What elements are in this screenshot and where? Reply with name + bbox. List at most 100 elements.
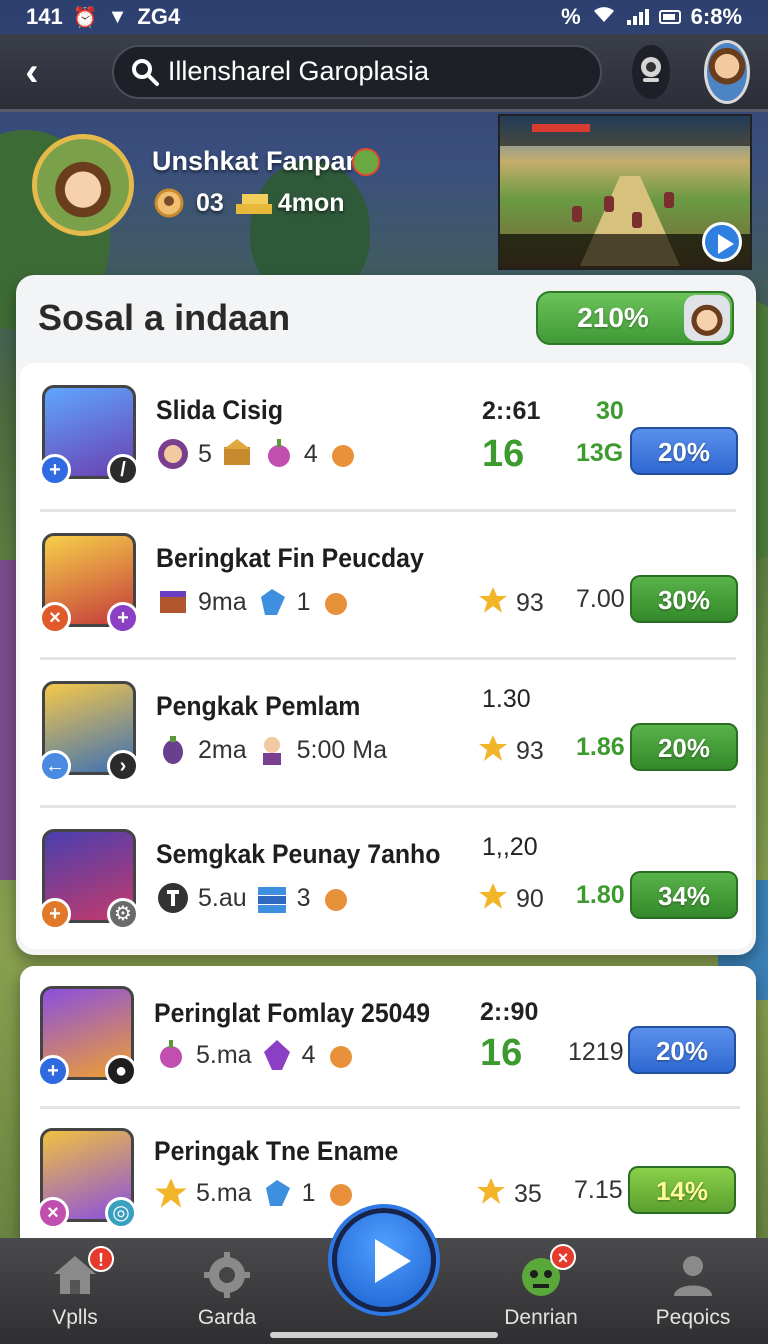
star-count: 35 xyxy=(514,1180,542,1208)
meta-value: 4 xyxy=(303,439,318,468)
user-avatar[interactable] xyxy=(703,39,750,104)
plus-icon[interactable]: + xyxy=(39,454,71,486)
arrow-icon[interactable]: ← xyxy=(39,750,71,782)
row-title: Semgkak Peunay 7anho xyxy=(156,839,441,869)
coin-icon xyxy=(319,585,353,619)
vpn-icon: ▼ xyxy=(107,5,128,28)
status-bar: 141 ⏰ ▼ ZG4 % 6:8% xyxy=(0,0,768,34)
chest-icon xyxy=(220,437,254,471)
row-meta: 2ma 5:00 Ma xyxy=(156,733,387,767)
panel-header: Sosal a indaan 210% xyxy=(16,275,756,361)
plus-icon[interactable]: + xyxy=(39,898,71,930)
ranking-panel: Sosal a indaan 210% + / Slida Cisig 5 4 … xyxy=(16,275,756,955)
row-level: 16 xyxy=(482,433,525,475)
coin-icon xyxy=(324,1176,358,1210)
nav-item-denrian[interactable]: × Denrian xyxy=(486,1238,596,1344)
meta-value: 5.ma xyxy=(196,1040,252,1069)
notification-badge: × xyxy=(550,1244,576,1270)
chevron-right-icon[interactable]: › xyxy=(107,750,139,782)
row-value: 1.86 xyxy=(576,733,625,761)
row-value: 7.00 xyxy=(576,585,625,613)
back-icon[interactable]: ‹ xyxy=(18,52,46,92)
meta-value: 5.au xyxy=(198,883,247,912)
nav-item-garda[interactable]: Garda xyxy=(172,1238,282,1344)
row-meta: 5 4 xyxy=(156,437,360,471)
row-title: Peringak Tne Ename xyxy=(154,1136,399,1166)
percent-button[interactable]: 20% xyxy=(628,1026,736,1074)
preview-unit xyxy=(604,196,614,212)
nav-item-peqoics[interactable]: Peqoics xyxy=(638,1238,748,1344)
status-network: ZG4 xyxy=(137,4,181,29)
list-item[interactable]: ← › Pengkak Pemlam 2ma 5:00 Ma 1.30 93 1… xyxy=(20,659,752,807)
panel-title: Sosal a indaan xyxy=(38,297,291,338)
gear-icon xyxy=(202,1250,252,1300)
row-value: 1.80 xyxy=(576,881,625,909)
star-count: 90 xyxy=(516,885,544,913)
nav-label: Denrian xyxy=(504,1306,578,1329)
plus-icon[interactable]: + xyxy=(37,1055,69,1087)
percent-button[interactable]: 20% xyxy=(630,723,738,771)
star-icon xyxy=(478,733,508,770)
alarm-icon: ⏰ xyxy=(72,6,98,29)
plus-icon[interactable]: + xyxy=(107,602,139,634)
nav-label: Garda xyxy=(197,1306,257,1329)
status-battery: 6:8% xyxy=(690,4,742,29)
search-input[interactable]: Illensharel Garoplasia xyxy=(111,44,602,99)
sword-icon: / xyxy=(107,454,139,486)
list-item[interactable]: + / Slida Cisig 5 4 2::61 16 30 13G 20% xyxy=(20,363,752,511)
record-icon[interactable]: ● xyxy=(105,1055,137,1087)
percent-button[interactable]: 20% xyxy=(630,427,738,475)
camera-button[interactable] xyxy=(631,44,670,99)
hero-portrait: + ● xyxy=(37,986,137,1087)
coin-icon xyxy=(319,881,353,915)
nav-item-vplls[interactable]: ! Vplls xyxy=(20,1238,130,1344)
close-icon[interactable]: × xyxy=(37,1197,69,1229)
tower-icon xyxy=(156,881,190,915)
list-item[interactable]: + ● Peringlat Fomlay 25049 5.ma 4 2::90 … xyxy=(20,966,756,1114)
game-preview-thumbnail[interactable] xyxy=(498,114,752,270)
status-percent-sign: % xyxy=(561,4,581,29)
stat-a: 03 xyxy=(196,188,224,217)
wifi-icon xyxy=(591,4,617,30)
meta-value: 4 xyxy=(301,1040,316,1069)
hero-portrait: × + xyxy=(39,533,139,634)
row-title: Slida Cisig xyxy=(156,395,284,425)
percent-button[interactable]: 34% xyxy=(630,871,738,919)
percent-button[interactable]: 30% xyxy=(630,575,738,623)
row-title: Peringlat Fomlay 25049 xyxy=(154,998,431,1028)
app-bar: ‹ Illensharel Garoplasia xyxy=(0,34,768,112)
row-level: 16 xyxy=(480,1032,523,1074)
meta-value: 3 xyxy=(296,883,311,912)
row-stars: 93 xyxy=(478,733,544,770)
swirl-icon[interactable]: ◎ xyxy=(105,1197,137,1229)
pill-avatar xyxy=(684,295,730,341)
percent-button[interactable]: 14% xyxy=(628,1166,736,1214)
play-icon[interactable] xyxy=(332,1208,436,1312)
nav-label: Vplls xyxy=(52,1306,98,1329)
meta-value: 2ma xyxy=(198,735,247,764)
hero-portrait: ← › xyxy=(39,681,139,782)
hero-portrait: + ⚙ xyxy=(39,829,139,930)
list-item[interactable]: + ⚙ Semgkak Peunay 7anho 5.au 3 1,,20 90… xyxy=(20,807,752,955)
percent-pill[interactable]: 210% xyxy=(536,291,734,345)
preview-play-icon[interactable] xyxy=(702,222,742,262)
star-icon xyxy=(478,881,508,918)
fire-badge-icon xyxy=(352,148,380,176)
row-score: 30 xyxy=(596,397,624,425)
profile-avatar[interactable] xyxy=(32,134,134,236)
close-icon[interactable]: × xyxy=(39,602,71,634)
status-time: 141 xyxy=(26,4,63,29)
row-time: 2::61 xyxy=(482,397,541,425)
row-title: Beringkat Fin Peucday xyxy=(156,543,424,573)
list-item[interactable]: × + Beringkat Fin Peucday 9ma 1 93 7.00 … xyxy=(20,511,752,659)
home-indicator[interactable] xyxy=(270,1332,498,1338)
battery-icon xyxy=(658,10,681,24)
star-count: 93 xyxy=(516,737,544,765)
settings-icon[interactable]: ⚙ xyxy=(107,898,139,930)
search-text: Illensharel Garoplasia xyxy=(167,56,430,86)
preview-unit xyxy=(632,212,642,228)
star-icon xyxy=(476,1176,506,1213)
signal-icon xyxy=(626,9,649,25)
ranking-list: + / Slida Cisig 5 4 2::61 16 30 13G 20% … xyxy=(20,363,752,949)
meta-value: 5 xyxy=(198,439,212,468)
